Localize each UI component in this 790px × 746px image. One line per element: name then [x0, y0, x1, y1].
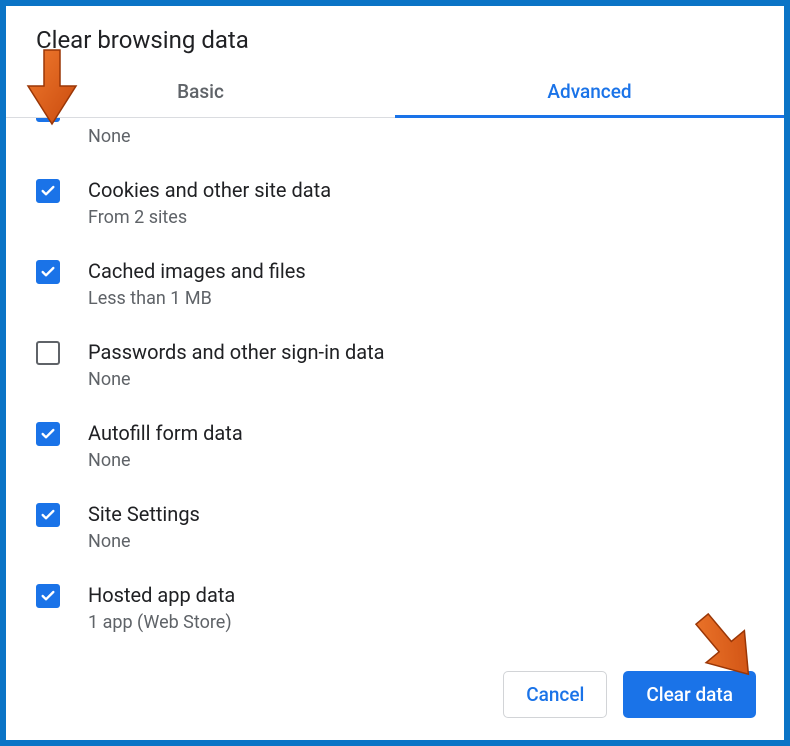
option-sub-cached: Less than 1 MB: [88, 288, 770, 309]
checkbox-autofill[interactable]: [36, 422, 60, 446]
option-text: Autofill form data None: [88, 418, 770, 471]
checkmark-icon: [40, 588, 56, 604]
option-sub-hosted-app: 1 app (Web Store): [88, 612, 770, 633]
option-text: Passwords and other sign-in data None: [88, 337, 770, 390]
option-title-hosted-app: Hosted app data: [88, 580, 770, 610]
option-cookies: Cookies and other site data From 2 sites: [6, 165, 770, 246]
checkbox-download-history[interactable]: [36, 118, 60, 122]
checkmark-icon: [40, 183, 56, 199]
dialog-frame: Clear browsing data Basic Advanced Downl…: [0, 0, 790, 746]
checkbox-passwords[interactable]: [36, 341, 60, 365]
option-text: Cached images and files Less than 1 MB: [88, 256, 770, 309]
options-scroll-area[interactable]: Download history None Cookies and other …: [6, 118, 784, 649]
option-title-site-settings: Site Settings: [88, 499, 770, 529]
option-sub-site-settings: None: [88, 531, 770, 552]
clear-browsing-data-dialog: Clear browsing data Basic Advanced Downl…: [6, 6, 784, 740]
checkbox-cached[interactable]: [36, 260, 60, 284]
options-list: Download history None Cookies and other …: [6, 118, 770, 649]
option-text: Cookies and other site data From 2 sites: [88, 175, 770, 228]
tab-basic[interactable]: Basic: [6, 66, 395, 117]
tab-advanced[interactable]: Advanced: [395, 66, 784, 117]
checkbox-hosted-app[interactable]: [36, 584, 60, 608]
option-download-history: Download history None: [6, 118, 770, 165]
tabs: Basic Advanced: [6, 66, 784, 118]
option-cached: Cached images and files Less than 1 MB: [6, 246, 770, 327]
checkbox-cookies[interactable]: [36, 179, 60, 203]
option-title-download-history: Download history: [88, 118, 770, 120]
option-title-passwords: Passwords and other sign-in data: [88, 337, 770, 367]
option-sub-autofill: None: [88, 450, 770, 471]
checkmark-icon: [40, 507, 56, 523]
dialog-buttons: Cancel Clear data: [6, 649, 784, 740]
option-autofill: Autofill form data None: [6, 408, 770, 489]
option-hosted-app: Hosted app data 1 app (Web Store): [6, 570, 770, 649]
option-text: Download history None: [88, 118, 770, 147]
option-title-autofill: Autofill form data: [88, 418, 770, 448]
dialog-title: Clear browsing data: [6, 26, 784, 66]
option-sub-download-history: None: [88, 126, 770, 147]
checkbox-site-settings[interactable]: [36, 503, 60, 527]
option-passwords: Passwords and other sign-in data None: [6, 327, 770, 408]
clear-data-button[interactable]: Clear data: [623, 671, 756, 718]
option-title-cookies: Cookies and other site data: [88, 175, 770, 205]
option-text: Hosted app data 1 app (Web Store): [88, 580, 770, 633]
option-site-settings: Site Settings None: [6, 489, 770, 570]
option-text: Site Settings None: [88, 499, 770, 552]
option-title-cached: Cached images and files: [88, 256, 770, 286]
option-sub-cookies: From 2 sites: [88, 207, 770, 228]
checkmark-icon: [40, 426, 56, 442]
cancel-button[interactable]: Cancel: [503, 671, 607, 718]
checkmark-icon: [40, 264, 56, 280]
option-sub-passwords: None: [88, 369, 770, 390]
